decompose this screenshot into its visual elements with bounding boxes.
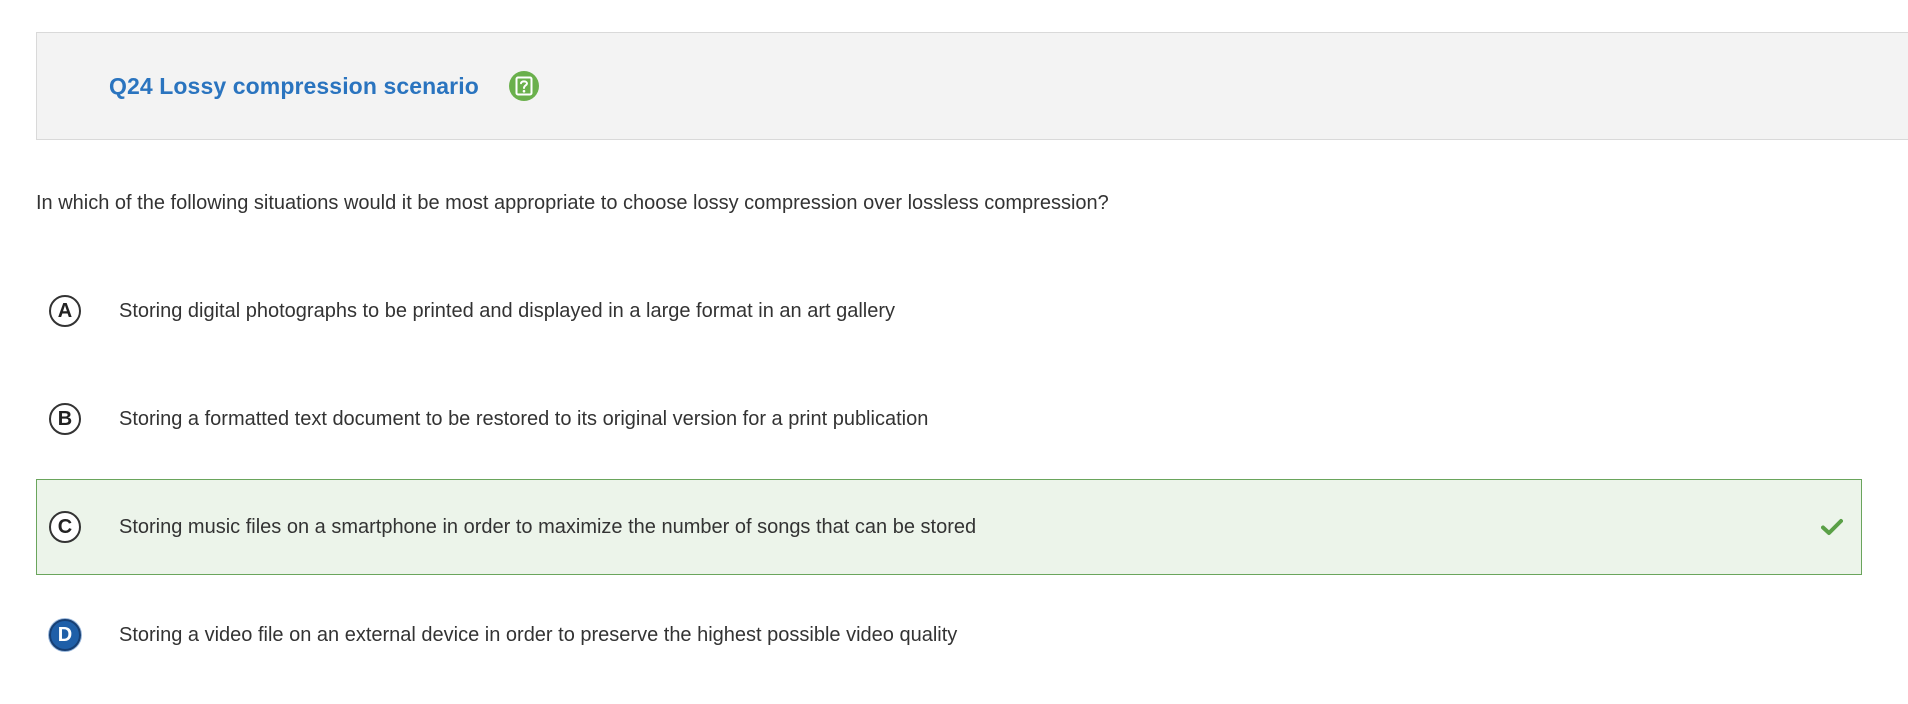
option-text-d: Storing a video file on an external devi… [119, 623, 958, 646]
checkmark-icon [1821, 516, 1843, 538]
answer-option-a[interactable]: A Storing digital photographs to be prin… [36, 263, 1862, 359]
checkmark-glyph [1821, 519, 1843, 535]
help-question-glyph [515, 76, 533, 96]
answer-option-d[interactable]: D Storing a video file on an external de… [36, 587, 1862, 683]
option-text-c: Storing music files on a smartphone in o… [119, 515, 977, 538]
option-letter-d[interactable]: D [49, 619, 81, 651]
option-text-b: Storing a formatted text document to be … [119, 407, 929, 430]
answer-option-c[interactable]: C Storing music files on a smartphone in… [36, 479, 1862, 575]
question-header: Q24 Lossy compression scenario [36, 32, 1908, 140]
help-question-icon[interactable] [508, 71, 539, 101]
option-text-a: Storing digital photographs to be printe… [119, 299, 896, 322]
option-letter-b[interactable]: B [49, 403, 81, 435]
question-title: Q24 Lossy compression scenario [109, 72, 479, 99]
answer-option-b[interactable]: B Storing a formatted text document to b… [36, 371, 1862, 467]
question-prompt: In which of the following situations wou… [36, 192, 1109, 214]
question-page: Q24 Lossy compression scenario In which … [0, 0, 1908, 704]
option-letter-a[interactable]: A [49, 295, 81, 327]
option-letter-c[interactable]: C [49, 511, 81, 543]
